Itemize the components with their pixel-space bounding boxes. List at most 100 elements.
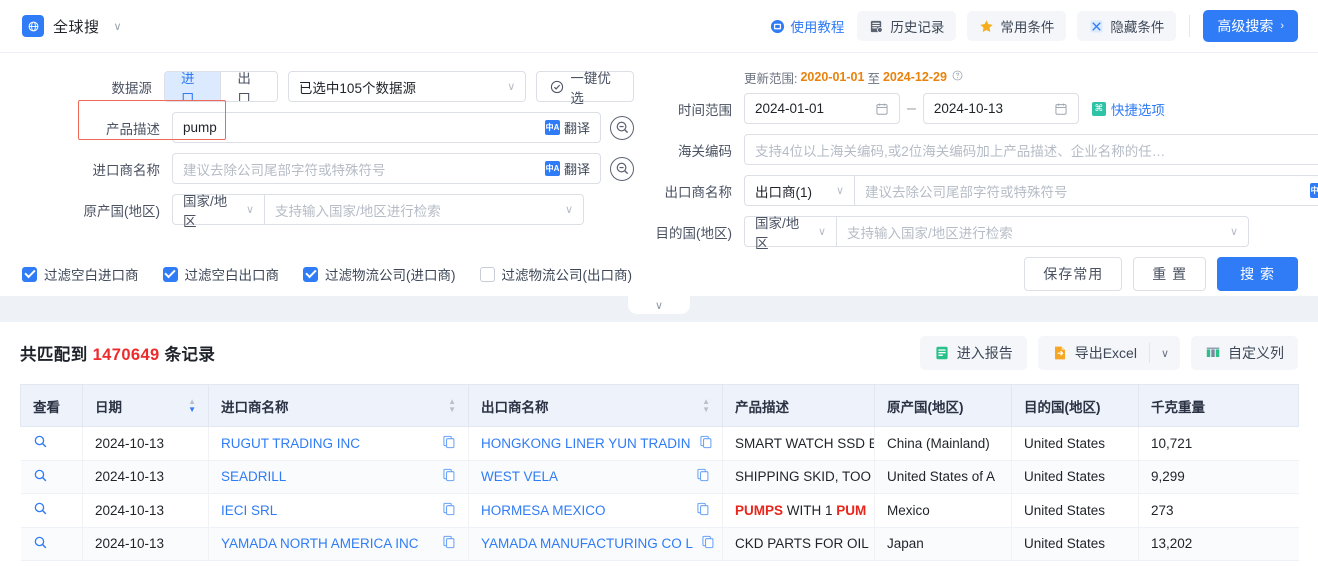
calendar-icon[interactable]	[1054, 102, 1068, 116]
checkbox-filter-logistics-exporter[interactable]: 过滤物流公司(出口商)	[479, 264, 632, 284]
checkbox-filter-blank-importer[interactable]: 过滤空白进口商	[22, 264, 139, 284]
one-click-optimize-button[interactable]: 一键优选	[536, 71, 634, 106]
history-icon	[869, 19, 884, 34]
exporter-link[interactable]: HORMESA MEXICO	[481, 503, 606, 518]
table-row[interactable]: 2024-10-13 SEADRILL WEST VELA SHIPPING SKID…	[20, 460, 1299, 494]
search-button[interactable]: 搜 索	[1217, 257, 1298, 291]
exporter-link[interactable]: WEST VELA	[481, 469, 558, 484]
search-term-highlight: PUMPS	[735, 502, 784, 518]
filter-options-row: 过滤空白进口商 过滤空白出口商 过滤物流公司(进口商) 过滤物流公司(出口商) …	[0, 252, 1318, 296]
exporter-link[interactable]: YAMADA MANUFACTURING CO L	[481, 536, 693, 551]
table-row[interactable]: 2024-10-13 RUGUT TRADING INC HONGKONG LINE…	[20, 426, 1299, 461]
copy-icon[interactable]	[442, 535, 456, 552]
exporter-name-label: 出口商名称	[664, 184, 733, 200]
datasource-select[interactable]: 已选中105个数据源 ∨	[287, 71, 527, 102]
segment-import[interactable]: 进口	[164, 72, 221, 101]
results-count-value: 1470649	[92, 346, 160, 364]
copy-icon[interactable]	[442, 502, 456, 519]
calendar-icon[interactable]	[875, 102, 889, 116]
favorites-label: 常用条件	[1000, 20, 1055, 35]
tutorial-button[interactable]: 使用教程	[768, 16, 846, 36]
copy-icon[interactable]	[696, 468, 710, 485]
product-desc-label: 产品描述	[106, 121, 160, 137]
dest-country-input[interactable]: 支持输入国家/地区进行检索 ∨	[836, 216, 1249, 247]
zoom-out-button[interactable]	[610, 115, 634, 140]
magnifier-icon[interactable]	[33, 502, 48, 519]
cell-exporter: WEST VELA	[468, 460, 723, 494]
importer-name-input[interactable]: 建议去除公司尾部字符或特殊符号 中A 翻译	[172, 153, 601, 184]
end-date-input[interactable]: 2024-10-13	[922, 93, 1079, 124]
results-count-suffix: 条记录	[164, 346, 216, 364]
magnifier-icon[interactable]	[33, 536, 48, 553]
importer-link[interactable]: RUGUT TRADING INC	[221, 436, 360, 451]
exporter-link[interactable]: HONGKONG LINER YUN TRADIN	[481, 436, 691, 451]
hide-conditions-button[interactable]: 隐藏条件	[1077, 11, 1177, 41]
chevron-down-icon: ∨	[507, 81, 516, 93]
origin-country-type-select[interactable]: 国家/地区 ∨	[172, 194, 264, 229]
copy-icon[interactable]	[699, 435, 713, 452]
exporter-name-input[interactable]: 建议去除公司尾部字符或特殊符号 中A 翻译	[854, 175, 1318, 206]
importer-link[interactable]: IECI SRL	[221, 503, 277, 518]
zoom-out-button[interactable]	[610, 156, 634, 181]
sort-toggle-exporter[interactable]: ▲ ▼	[702, 397, 710, 414]
trade-direction-toggle[interactable]: 进口 出口	[163, 71, 278, 102]
exporter-type-select[interactable]: 出口商(1) ∨	[744, 175, 854, 206]
sort-toggle-importer[interactable]: ▲ ▼	[448, 397, 456, 414]
hs-code-input[interactable]: 支持4位以上海关编码,或2位海关编码加上产品描述、企业名称的任…	[744, 134, 1318, 165]
copy-icon[interactable]	[442, 435, 456, 452]
checkbox-filter-logistics-importer[interactable]: 过滤物流公司(进口商)	[303, 264, 456, 284]
column-header-exporter[interactable]: 出口商名称 ▲ ▼	[468, 384, 723, 427]
custom-columns-button[interactable]: 自定义列	[1191, 336, 1298, 370]
table-row[interactable]: 2024-10-13 IECI SRL HORMESA MEXICO PUMPS WI…	[20, 493, 1299, 528]
cell-date: 2024-10-13	[82, 493, 209, 528]
results-section: 共匹配到 1470649 条记录 进入报告 导出Excel ∨ 自定义列 查看 …	[0, 322, 1318, 561]
translate-button[interactable]: 中A 翻译	[544, 118, 590, 137]
collapse-panel-button[interactable]: ∨	[628, 296, 690, 314]
history-button[interactable]: 历史记录	[857, 11, 957, 41]
cell-destination: United States	[1011, 527, 1139, 561]
question-circle-icon[interactable]	[952, 70, 963, 84]
column-header-date-label: 日期	[95, 399, 122, 415]
export-excel-button[interactable]: 导出Excel	[1038, 343, 1149, 363]
chevron-down-icon[interactable]: ∨	[114, 20, 122, 33]
export-dropdown-button[interactable]: ∨	[1150, 336, 1180, 370]
segment-export[interactable]: 出口	[220, 72, 277, 101]
checkbox-icon	[303, 266, 318, 282]
history-label: 历史记录	[890, 20, 945, 35]
translate-icon: 中A	[544, 120, 560, 135]
update-range-start: 2020-01-01	[800, 70, 865, 84]
origin-country-input[interactable]: 支持输入国家/地区进行检索 ∨	[264, 194, 584, 225]
importer-link[interactable]: YAMADA NORTH AMERICA INC	[221, 536, 419, 551]
importer-link[interactable]: SEADRILL	[221, 469, 286, 484]
start-date-input[interactable]: 2024-01-01	[744, 93, 900, 124]
magnifier-icon[interactable]	[33, 469, 48, 486]
chevron-down-icon: ∨	[817, 226, 826, 238]
quick-options-button[interactable]: ⌘ 快捷选项	[1091, 99, 1165, 119]
column-header-importer[interactable]: 进口商名称 ▲ ▼	[208, 384, 469, 427]
enter-report-button[interactable]: 进入报告	[919, 336, 1027, 370]
update-range-middle: 至	[867, 71, 880, 86]
magnifier-icon[interactable]	[33, 435, 48, 452]
table-body: 2024-10-13 RUGUT TRADING INC HONGKONG LINE…	[20, 426, 1299, 561]
product-desc-input[interactable]: pump 中A 翻译	[172, 112, 601, 143]
table-row[interactable]: 2024-10-13 YAMADA NORTH AMERICA INC YAMADA…	[20, 527, 1299, 561]
copy-icon[interactable]	[696, 502, 710, 519]
cell-exporter: YAMADA MANUFACTURING CO L	[468, 527, 723, 561]
save-preset-button[interactable]: 保存常用	[1024, 257, 1123, 291]
dest-country-row: 目的国(地区) 国家/地区 ∨ 支持输入国家/地区进行检索 ∨	[634, 211, 1318, 252]
quick-option-icon: ⌘	[1091, 101, 1106, 116]
brand[interactable]: 全球搜 ∨	[22, 15, 122, 37]
translate-button[interactable]: 中A 翻译	[544, 159, 590, 178]
sort-toggle-date[interactable]: ▲ ▼	[188, 397, 196, 414]
translate-button[interactable]: 中A 翻译	[1309, 181, 1318, 200]
favorites-button[interactable]: 常用条件	[967, 11, 1067, 41]
reset-button[interactable]: 重 置	[1133, 257, 1207, 291]
column-header-date[interactable]: 日期 ▲ ▼	[82, 384, 209, 427]
copy-icon[interactable]	[701, 535, 715, 552]
checkbox-filter-blank-exporter[interactable]: 过滤空白出口商	[162, 264, 279, 284]
advanced-search-button[interactable]: 高级搜索 ›	[1203, 10, 1298, 42]
dest-country-type-select[interactable]: 国家/地区 ∨	[744, 216, 836, 251]
panel-collapse-strip: ∨	[0, 296, 1318, 322]
time-range-controls: 2024-01-01 – 2024-10-13 ⌘ 快捷选项	[744, 93, 1165, 124]
copy-icon[interactable]	[442, 468, 456, 485]
